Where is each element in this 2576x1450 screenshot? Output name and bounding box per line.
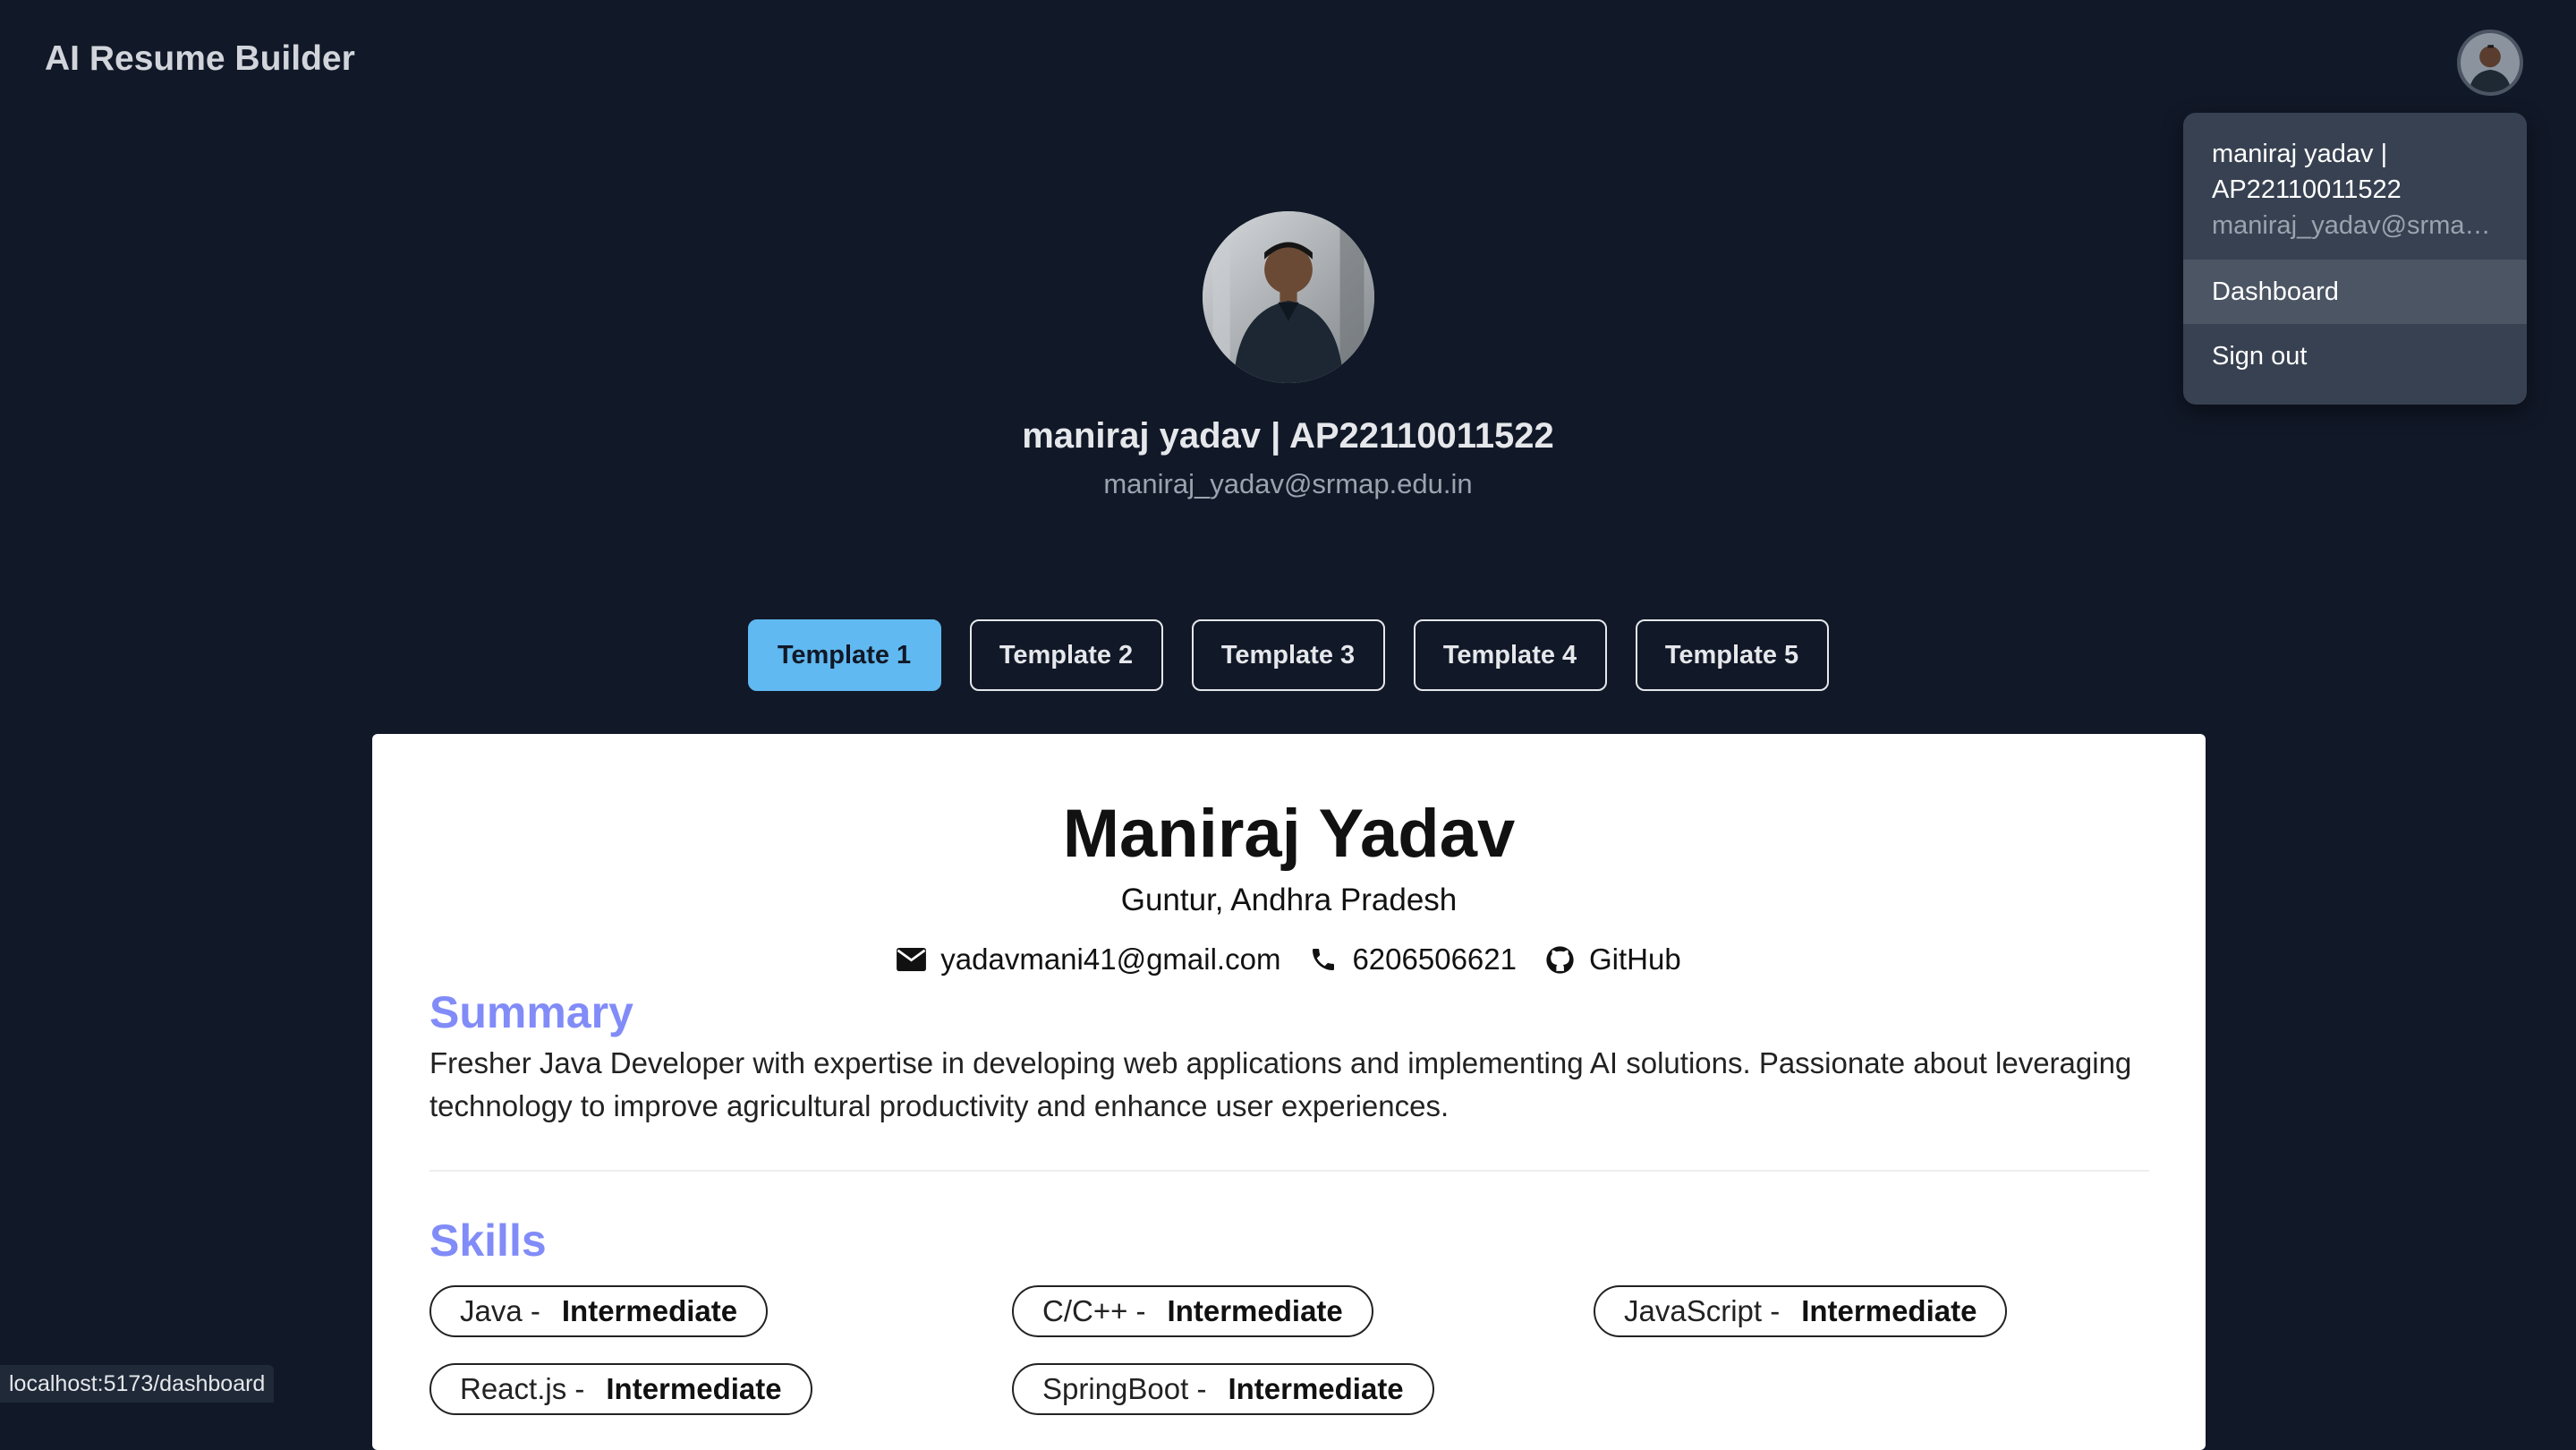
github-icon xyxy=(1546,945,1574,974)
contact-email-text: yadavmani41@gmail.com xyxy=(940,942,1281,976)
tab-template-1[interactable]: Template 1 xyxy=(747,619,941,691)
resume-preview: Maniraj Yadav Guntur, Andhra Pradesh yad… xyxy=(372,734,2206,1450)
menu-item-dashboard[interactable]: Dashboard xyxy=(2183,260,2527,324)
resume-contact: yadavmani41@gmail.com 6206506621 GitHub xyxy=(372,942,2206,977)
skill-name: C/C++ - xyxy=(1042,1294,1146,1327)
skill-pill: React.js - Intermediate xyxy=(429,1363,812,1415)
skill-name: SpringBoot - xyxy=(1042,1372,1207,1405)
profile-name: maniraj yadav | AP22110011522 xyxy=(1022,416,1554,456)
section-divider xyxy=(429,1170,2149,1172)
skill-level: Intermediate xyxy=(1167,1294,1343,1327)
summary-heading: Summary xyxy=(429,987,633,1037)
menu-item-sign-out[interactable]: Sign out xyxy=(2183,324,2527,388)
skill-name: Java - xyxy=(460,1294,540,1327)
skill-level: Intermediate xyxy=(1801,1294,1977,1327)
tab-template-2[interactable]: Template 2 xyxy=(969,619,1163,691)
tab-template-4[interactable]: Template 4 xyxy=(1413,619,1607,691)
account-menu-header: maniraj yadav | AP22110011522 maniraj_ya… xyxy=(2183,113,2527,260)
user-avatar-button[interactable] xyxy=(2457,30,2523,96)
phone-icon xyxy=(1313,949,1335,970)
skill-level: Intermediate xyxy=(606,1372,782,1405)
template-tabs: Template 1 Template 2 Template 3 Templat… xyxy=(0,619,2576,691)
contact-github-text: GitHub xyxy=(1588,942,1681,976)
contact-github[interactable]: GitHub xyxy=(1545,942,1681,977)
tab-template-3[interactable]: Template 3 xyxy=(1191,619,1385,691)
account-menu: maniraj yadav | AP22110011522 maniraj_ya… xyxy=(2183,113,2527,405)
app-title[interactable]: AI Resume Builder xyxy=(45,39,355,79)
envelope-icon xyxy=(897,948,927,971)
status-bar-url: localhost:5173/dashboard xyxy=(0,1365,275,1403)
skill-pill: Java - Intermediate xyxy=(429,1285,769,1337)
resume-location: Guntur, Andhra Pradesh xyxy=(1120,883,1458,917)
skill-pill: JavaScript - Intermediate xyxy=(1594,1285,2008,1337)
skill-name: JavaScript - xyxy=(1624,1294,1781,1327)
contact-phone[interactable]: 6206506621 xyxy=(1309,942,1517,977)
account-menu-name: maniraj yadav | AP22110011522 xyxy=(2212,140,2402,204)
skill-level: Intermediate xyxy=(1228,1372,1404,1405)
summary-text: Fresher Java Developer with expertise in… xyxy=(429,1046,2132,1122)
contact-email[interactable]: yadavmani41@gmail.com xyxy=(897,942,1280,977)
skill-pill: SpringBoot - Intermediate xyxy=(1012,1363,1434,1415)
skill-pill: C/C++ - Intermediate xyxy=(1012,1285,1373,1337)
profile-photo xyxy=(1203,211,1374,383)
avatar-photo xyxy=(2461,33,2520,92)
resume-name: Maniraj Yadav xyxy=(1062,796,1516,872)
account-menu-email: maniraj_yadav@srmap.edu.in xyxy=(2212,211,2498,240)
skills-heading: Skills xyxy=(429,1215,547,1266)
skill-name: React.js - xyxy=(460,1372,585,1405)
profile-email: maniraj_yadav@srmap.edu.in xyxy=(1103,468,1473,499)
tab-template-5[interactable]: Template 5 xyxy=(1635,619,1829,691)
profile-avatar xyxy=(1203,211,1374,383)
skill-level: Intermediate xyxy=(561,1294,738,1327)
contact-phone-text: 6206506621 xyxy=(1352,942,1517,976)
